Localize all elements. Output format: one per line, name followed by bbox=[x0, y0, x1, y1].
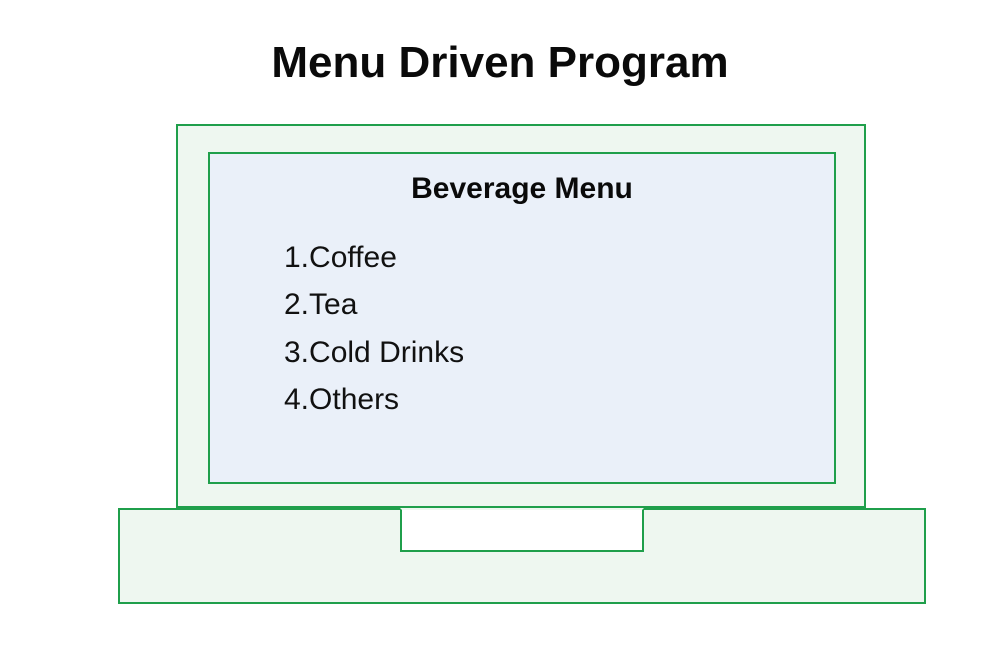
menu-item: 4.Others bbox=[284, 376, 794, 423]
menu-item-number: 3. bbox=[284, 336, 309, 369]
menu-heading: Beverage Menu bbox=[250, 172, 794, 206]
menu-item-label: Cold Drinks bbox=[309, 336, 464, 369]
laptop-screen-frame: Beverage Menu 1.Coffee 2.Tea 3.Cold Drin… bbox=[176, 124, 866, 508]
menu-list: 1.Coffee 2.Tea 3.Cold Drinks 4.Others bbox=[250, 234, 794, 424]
menu-item-label: Others bbox=[309, 383, 399, 416]
page-title: Menu Driven Program bbox=[0, 38, 1000, 88]
menu-item-label: Tea bbox=[309, 288, 357, 321]
menu-item-number: 4. bbox=[284, 383, 309, 416]
menu-item: 2.Tea bbox=[284, 281, 794, 328]
laptop-touchpad bbox=[400, 508, 644, 552]
menu-item-number: 1. bbox=[284, 241, 309, 274]
menu-item: 3.Cold Drinks bbox=[284, 329, 794, 376]
menu-item-label: Coffee bbox=[309, 241, 397, 274]
menu-item: 1.Coffee bbox=[284, 234, 794, 281]
menu-item-number: 2. bbox=[284, 288, 309, 321]
screen-content: Beverage Menu 1.Coffee 2.Tea 3.Cold Drin… bbox=[208, 152, 836, 484]
